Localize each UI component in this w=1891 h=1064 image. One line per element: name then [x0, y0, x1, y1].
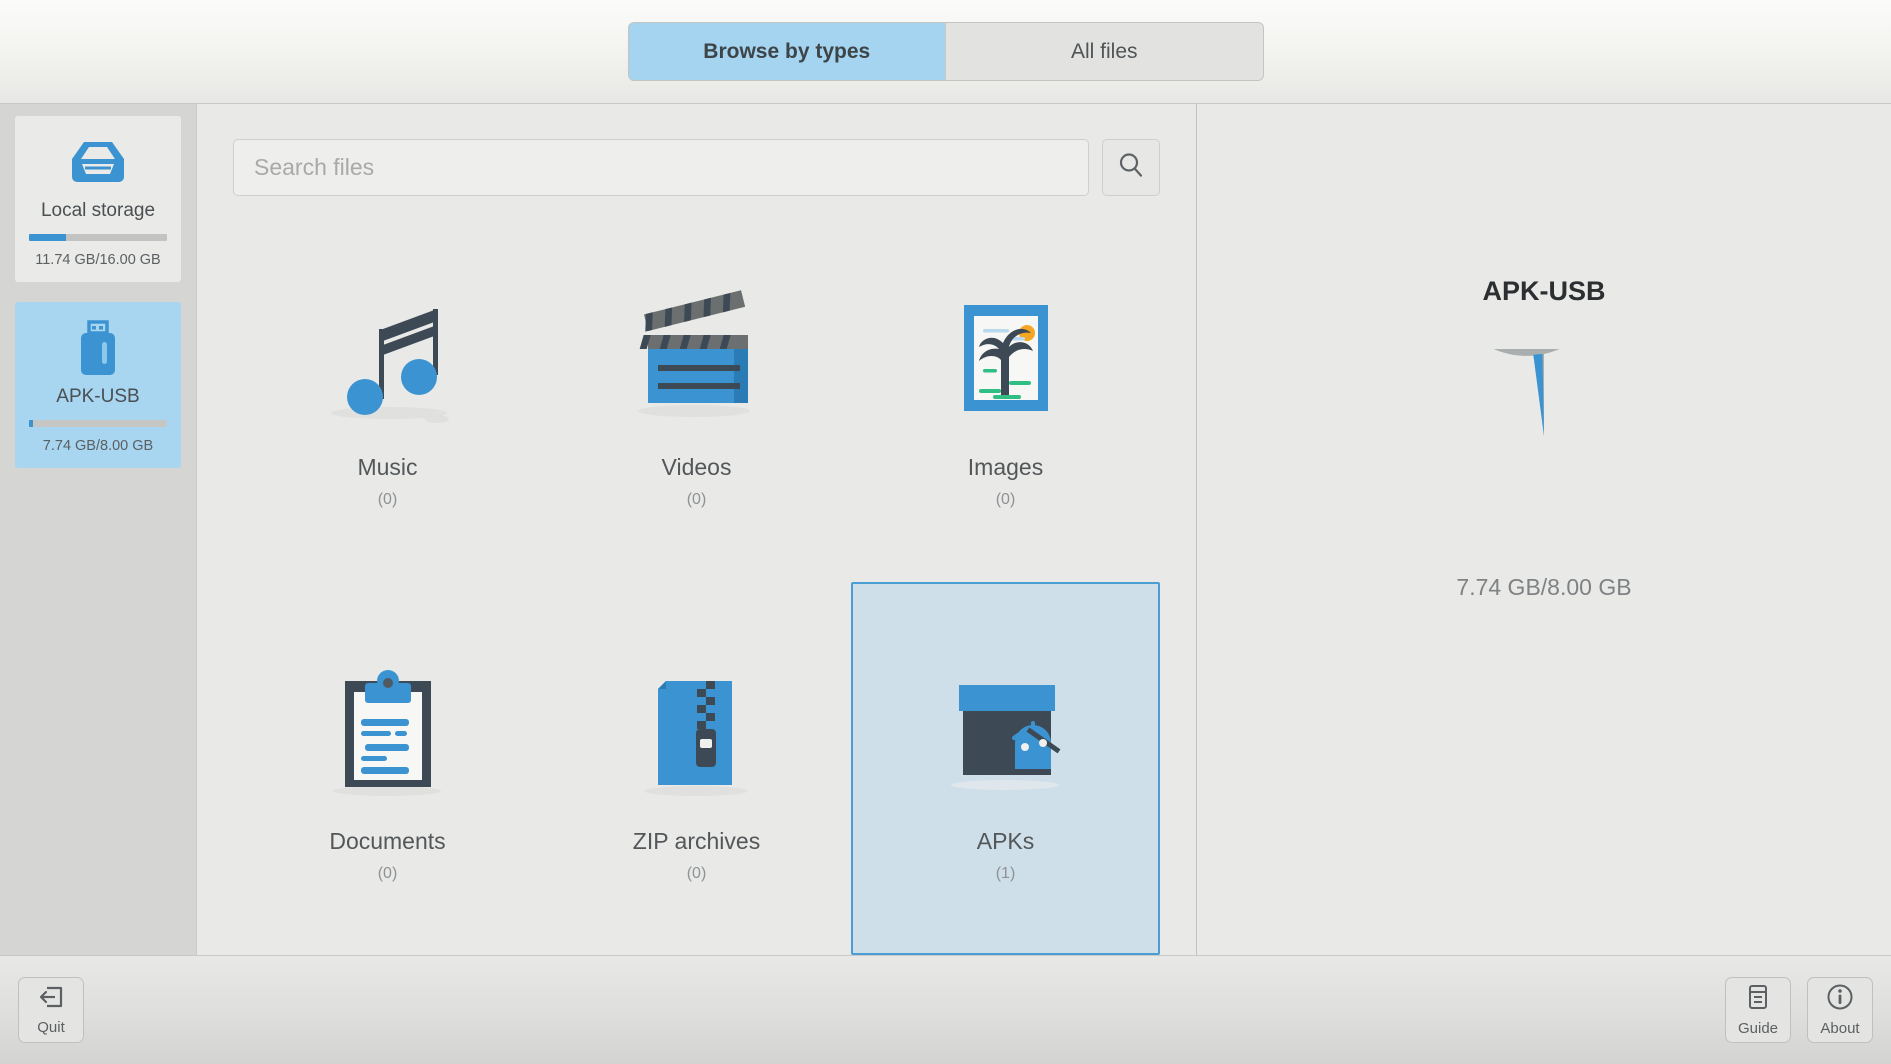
category-count: (0): [377, 864, 398, 882]
category-tile-music[interactable]: Music (0): [233, 208, 542, 582]
category-label: Documents: [329, 827, 446, 854]
apk-usb-usage-bar: [29, 420, 167, 427]
footer-bar: Quit Guide About: [0, 956, 1891, 1064]
category-tile-images[interactable]: Images (0): [851, 208, 1160, 582]
search-icon: [1116, 150, 1146, 185]
tab-all-files-label: All files: [1070, 39, 1138, 63]
quit-button[interactable]: Quit: [18, 977, 84, 1043]
search-button[interactable]: [1102, 139, 1160, 196]
category-tile-documents[interactable]: Documents (0): [233, 582, 542, 956]
pie-slice-used: [1533, 354, 1544, 436]
storage-details-panel: APK-USB 7.74 GB/8.00 GB: [1197, 104, 1891, 955]
sidebar-item-apk-usb[interactable]: APK-USB 7.74 GB/8.00 GB: [15, 302, 181, 468]
details-size: 7.74 GB/8.00 GB: [1456, 574, 1632, 600]
guide-label: Guide: [1737, 1020, 1779, 1037]
quit-label: Quit: [37, 1019, 65, 1036]
tab-browse-by-types[interactable]: Browse by types: [628, 23, 946, 80]
guide-button[interactable]: Guide: [1725, 977, 1791, 1043]
internal-storage-icon: [29, 132, 167, 194]
about-label: About: [1820, 1020, 1860, 1037]
info-icon: [1826, 983, 1854, 1016]
tab-all-files[interactable]: All files: [946, 23, 1263, 80]
search-row: [233, 139, 1160, 196]
apk-usb-label: APK-USB: [56, 386, 140, 407]
book-icon: [1745, 983, 1771, 1016]
storage-sidebar: Local storage 11.74 GB/16.00 GB APK-USB …: [0, 104, 197, 955]
storage-pie-chart: [1444, 191, 1631, 528]
category-count: (1): [995, 864, 1016, 882]
tab-browse-by-types-label: Browse by types: [703, 39, 871, 63]
file-manager-window: Browse by types All files Local storage …: [0, 0, 1891, 1064]
local-storage-label: Local storage: [40, 200, 156, 221]
category-label: APKs: [976, 827, 1035, 854]
usb-drive-icon: [29, 318, 167, 380]
sidebar-item-local-storage[interactable]: Local storage 11.74 GB/16.00 GB: [15, 116, 181, 282]
apk-box-icon: [859, 654, 1152, 814]
pie-slice-free: [1444, 191, 1609, 436]
content-area: Music (0): [197, 104, 1197, 955]
apk-usb-size: 7.74 GB/8.00 GB: [42, 438, 154, 454]
category-count: (0): [686, 491, 707, 509]
clipboard-icon: [241, 654, 534, 814]
header-bar: Browse by types All files: [0, 0, 1891, 104]
category-label: Images: [967, 454, 1044, 481]
exit-icon: [36, 984, 66, 1015]
category-label: Videos: [661, 454, 732, 481]
footer-right-group: Guide About: [1725, 977, 1873, 1043]
about-button[interactable]: About: [1807, 977, 1873, 1043]
search-input[interactable]: [233, 139, 1089, 196]
main-body: Local storage 11.74 GB/16.00 GB APK-USB …: [0, 104, 1891, 956]
local-storage-usage-fill: [29, 234, 67, 241]
category-grid: Music (0) Videos (0) Images (0) Document…: [233, 208, 1160, 955]
category-count: (0): [686, 864, 707, 882]
view-mode-segmented-control: Browse by types All files: [628, 23, 1263, 80]
category-count: (0): [995, 491, 1016, 509]
music-note-icon: [241, 280, 534, 440]
zip-file-icon: [550, 654, 843, 814]
category-count: (0): [377, 491, 398, 509]
category-tile-videos[interactable]: Videos (0): [542, 208, 851, 582]
clapperboard-icon: [550, 280, 843, 440]
category-label: Music: [357, 454, 418, 481]
photo-frame-icon: [859, 280, 1152, 440]
category-label: ZIP archives: [632, 827, 761, 854]
details-title: APK-USB: [1482, 276, 1606, 306]
apk-usb-usage-fill: [29, 420, 34, 427]
local-storage-size: 11.74 GB/16.00 GB: [35, 252, 161, 268]
category-tile-apks[interactable]: APKs (1): [851, 581, 1160, 955]
local-storage-usage-bar: [29, 234, 167, 241]
category-tile-zip-archives[interactable]: ZIP archives (0): [542, 582, 851, 956]
